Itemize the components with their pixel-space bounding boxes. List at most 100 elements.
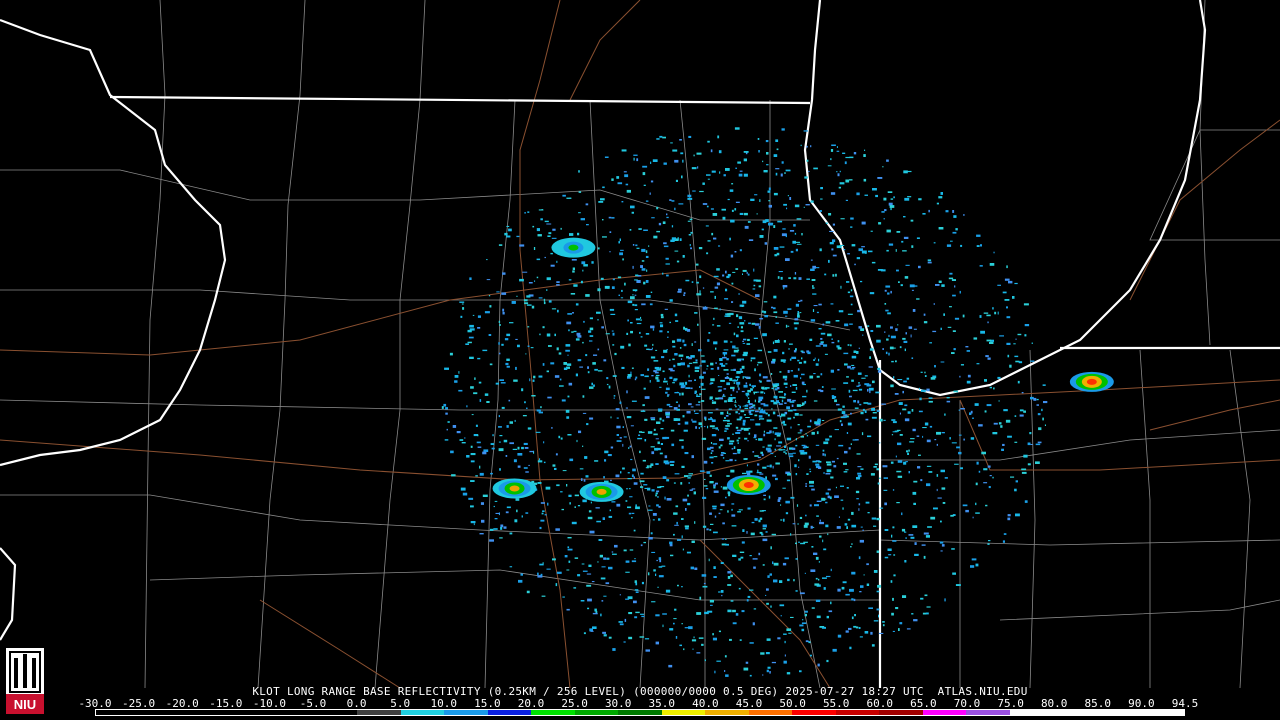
echo-pixel: [720, 486, 722, 488]
echo-pixel: [589, 417, 594, 420]
echo-pixel: [755, 323, 760, 326]
echo-pixel: [820, 373, 823, 376]
echo-pixel: [639, 636, 645, 638]
echo-pixel: [985, 355, 989, 358]
echo-pixel: [694, 391, 697, 394]
echo-pixel: [815, 577, 818, 580]
echo-pixel: [928, 397, 933, 399]
echo-pixel: [701, 437, 707, 440]
echo-pixel: [811, 546, 814, 548]
echo-pixel: [924, 422, 929, 426]
echo-pixel: [727, 510, 729, 513]
echo-pixel: [711, 434, 717, 437]
echo-pixel: [712, 637, 717, 641]
echo-pixel: [612, 375, 617, 377]
echo-pixel: [591, 382, 593, 386]
echo-pixel: [847, 344, 850, 346]
echo-pixel: [556, 484, 560, 487]
echo-pixel: [710, 446, 714, 449]
echo-pixel: [548, 232, 552, 235]
echo-pixel: [624, 618, 627, 622]
echo-pixel: [799, 312, 802, 314]
echo-pixel: [758, 396, 764, 400]
echo-pixel: [746, 464, 748, 467]
echo-pixel: [870, 330, 874, 332]
echo-pixel: [798, 300, 801, 302]
echo-pixel: [811, 488, 815, 491]
echo-pixel: [954, 285, 956, 288]
echo-pixel: [739, 416, 743, 419]
echo-pixel: [1014, 282, 1018, 285]
echo-pixel: [630, 458, 633, 461]
echo-pixel: [710, 362, 714, 366]
echo-pixel: [540, 406, 542, 409]
echo-pixel: [449, 352, 453, 356]
echo-pixel: [829, 230, 834, 232]
echo-pixel: [508, 399, 511, 402]
echo-pixel: [498, 441, 501, 443]
echo-pixel: [825, 321, 831, 324]
echo-pixel: [830, 476, 834, 479]
echo-pixel: [696, 152, 702, 155]
echo-pixel: [986, 314, 991, 317]
echo-pixel: [725, 460, 730, 462]
echo-pixel: [753, 337, 758, 339]
echo-pixel: [736, 371, 741, 374]
echo-pixel: [927, 261, 932, 264]
echo-pixel: [456, 431, 461, 434]
echo-pixel: [619, 401, 622, 404]
echo-pixel: [876, 590, 880, 593]
echo-pixel: [975, 563, 979, 567]
echo-pixel: [655, 614, 660, 617]
echo-pixel: [796, 504, 799, 507]
echo-pixel: [868, 607, 873, 609]
echo-pixel: [662, 624, 664, 628]
echo-pixel: [707, 425, 709, 429]
echo-pixel: [649, 380, 651, 383]
echo-pixel: [611, 501, 616, 503]
echo-pixel: [911, 613, 914, 615]
echo-pixel: [580, 600, 585, 602]
echo-pixel: [619, 437, 622, 439]
echo-pixel: [512, 448, 518, 450]
echo-pixel: [815, 556, 819, 560]
echo-pixel: [791, 404, 794, 407]
echo-pixel: [903, 170, 908, 174]
echo-pixel: [670, 464, 674, 466]
echo-pixel: [823, 344, 828, 347]
echo-pixel: [547, 235, 551, 237]
echo-pixel: [757, 391, 760, 393]
echo-pixel: [858, 248, 863, 252]
echo-pixel: [801, 628, 805, 632]
echo-pixel: [747, 440, 749, 442]
echo-pixel: [686, 411, 691, 414]
echo-pixel: [770, 453, 774, 455]
echo-pixel: [495, 382, 499, 385]
echo-pixel: [809, 468, 811, 470]
echo-pixel: [762, 446, 765, 448]
echo-pixel: [645, 295, 651, 298]
echo-pixel: [659, 322, 663, 324]
echo-pixel: [657, 441, 660, 445]
echo-pixel: [642, 165, 648, 168]
echo-pixel: [665, 589, 671, 593]
echo-pixel: [1002, 540, 1005, 543]
echo-pixel: [710, 291, 714, 293]
echo-pixel: [486, 279, 491, 281]
echo-pixel: [812, 265, 816, 269]
echo-pixel: [806, 278, 810, 280]
echo-pixel: [651, 217, 655, 219]
echo-pixel: [719, 308, 721, 311]
echo-pixel: [653, 235, 658, 239]
echo-pixel: [554, 375, 560, 378]
echo-pixel: [513, 379, 518, 382]
echo-pixel: [562, 194, 566, 197]
echo-pixel: [506, 365, 510, 368]
echo-pixel: [688, 374, 690, 378]
echo-pixel: [861, 221, 866, 225]
echo-pixel: [975, 502, 977, 506]
echo-pixel: [795, 241, 800, 243]
echo-pixel: [883, 489, 888, 491]
echo-pixel: [758, 285, 762, 288]
echo-pixel: [975, 482, 978, 486]
